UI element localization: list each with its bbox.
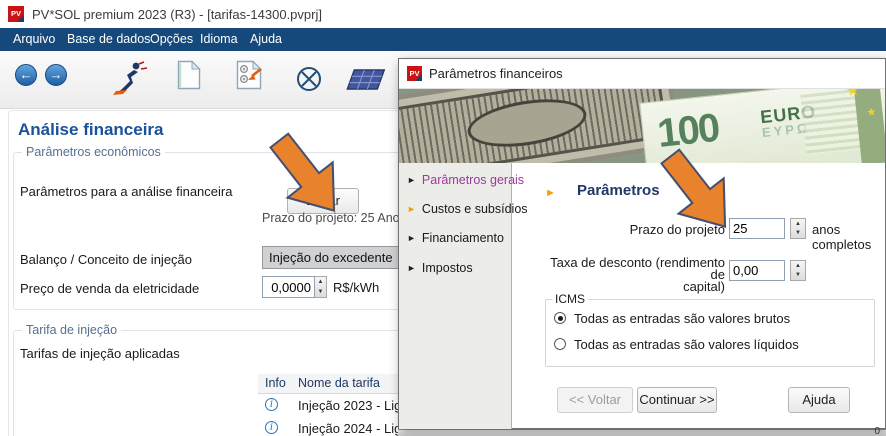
forward-icon[interactable]: → — [45, 64, 67, 86]
radio-gross-values[interactable] — [554, 312, 566, 324]
triangle-icon: ► — [407, 263, 416, 273]
electricity-price-field: ▲▼ — [262, 276, 327, 298]
screen: PV PV*SOL premium 2023 (R3) - [tarifas-1… — [0, 0, 886, 436]
triangle-icon: ► — [407, 175, 416, 185]
info-icon[interactable]: i — [265, 398, 278, 411]
spin-down-icon[interactable]: ▼ — [791, 229, 805, 239]
euro-star-icon: ★ — [866, 105, 877, 119]
electricity-price-unit: R$/kWh — [333, 280, 379, 295]
nav-custos-e-subsidios[interactable]: ►Custos e subsídios — [407, 201, 528, 221]
discount-rate-field — [729, 260, 785, 281]
dialog-icon: PV — [407, 66, 422, 81]
project-term-input[interactable] — [729, 218, 785, 239]
radio-net-label[interactable]: Todas as entradas são valores líquidos — [574, 337, 799, 352]
menu-opcoes[interactable]: Opções — [150, 32, 193, 46]
financial-parameters-dialog: PV Parâmetros financeiros 100 EURO ΕΥΡΩ … — [398, 58, 886, 429]
nav-impostos[interactable]: ►Impostos — [407, 260, 473, 280]
info-icon[interactable]: i — [265, 421, 278, 434]
new-project-icon[interactable] — [177, 60, 201, 93]
spin-up-icon[interactable]: ▲ — [791, 219, 805, 229]
continue-button[interactable]: Continuar >> — [637, 387, 717, 413]
dialog-sidebar: ►Parâmetros gerais ►Custos e subsídios ►… — [399, 163, 512, 429]
spin-up-icon[interactable]: ▲ — [791, 261, 805, 271]
electricity-price-input[interactable] — [262, 276, 315, 298]
triangle-icon: ► — [407, 204, 416, 214]
icms-groupbox: ICMS Todas as entradas são valores bruto… — [545, 299, 875, 367]
electricity-price-spinner[interactable]: ▲▼ — [315, 276, 327, 298]
balance-concept-select[interactable]: Injeção do excedente — [262, 246, 412, 269]
menu-idioma[interactable]: Idioma — [200, 32, 238, 46]
status-strip — [398, 429, 886, 436]
triangle-icon: ► — [407, 233, 416, 243]
col-info: Info — [265, 376, 286, 390]
app-logo-icon: PV — [8, 6, 24, 22]
main-titlebar: PV PV*SOL premium 2023 (R3) - [tarifas-1… — [0, 0, 886, 28]
project-term-field — [729, 218, 785, 239]
back-button[interactable]: << Voltar — [557, 387, 633, 413]
project-term-spinner[interactable]: ▲▼ — [790, 218, 806, 239]
spin-up-icon[interactable]: ▲ — [315, 277, 326, 287]
nav-financiamento[interactable]: ►Financiamento — [407, 230, 504, 250]
window-title: PV*SOL premium 2023 (R3) - [tarifas-1430… — [32, 7, 322, 22]
radio-gross-label[interactable]: Todas as entradas são valores brutos — [574, 311, 790, 326]
financial-params-label: Parâmetros para a análise financeira — [20, 184, 232, 199]
spin-down-icon[interactable]: ▼ — [791, 271, 805, 281]
menu-ajuda[interactable]: Ajuda — [250, 32, 282, 46]
page-title: Análise financeira — [18, 120, 164, 140]
col-name: Nome da tarifa — [298, 376, 380, 390]
electricity-price-label: Preço de venda da eletricidade — [20, 281, 199, 296]
dialog-titlebar[interactable]: PV Parâmetros financeiros — [399, 59, 885, 89]
group-economic-label: Parâmetros econômicos — [22, 145, 165, 159]
icms-label: ICMS — [552, 292, 588, 306]
status-value: 0 — [860, 426, 880, 436]
menu-arquivo[interactable]: Arquivo — [13, 32, 55, 46]
group-tariff-label: Tarifa de injeção — [22, 323, 121, 337]
back-icon[interactable]: ← — [15, 64, 37, 86]
pv-module-icon[interactable] — [344, 68, 386, 95]
cancel-icon[interactable] — [296, 66, 322, 95]
discount-rate-label: Taxa de desconto (rendimento de capital) — [549, 257, 725, 293]
menu-base-de-dados[interactable]: Base de dados — [67, 32, 150, 46]
money-banner-image: 100 EURO ΕΥΡΩ ★ ★ — [399, 89, 885, 163]
dollar-bill-art — [399, 89, 683, 163]
dialog-title: Parâmetros financeiros — [429, 66, 563, 81]
run-simulation-icon[interactable] — [112, 60, 148, 101]
help-button[interactable]: Ajuda — [788, 387, 850, 413]
discount-rate-input[interactable] — [729, 260, 785, 281]
nav-parametros-gerais[interactable]: ►Parâmetros gerais — [407, 172, 524, 192]
menubar: Arquivo Base de dados Opções Idioma Ajud… — [0, 28, 886, 51]
radio-net-values[interactable] — [554, 338, 566, 350]
project-term-unit: anos completos — [812, 222, 885, 252]
balance-concept-label: Balanço / Conceito de injeção — [20, 252, 192, 267]
discount-rate-spinner[interactable]: ▲▼ — [790, 260, 806, 281]
euro-star-icon: ★ — [845, 89, 860, 100]
applied-tariffs-label: Tarifas de injeção aplicadas — [20, 346, 180, 361]
triangle-icon: ► — [545, 187, 556, 199]
project-report-icon[interactable] — [236, 60, 264, 93]
spin-down-icon[interactable]: ▼ — [315, 287, 326, 297]
